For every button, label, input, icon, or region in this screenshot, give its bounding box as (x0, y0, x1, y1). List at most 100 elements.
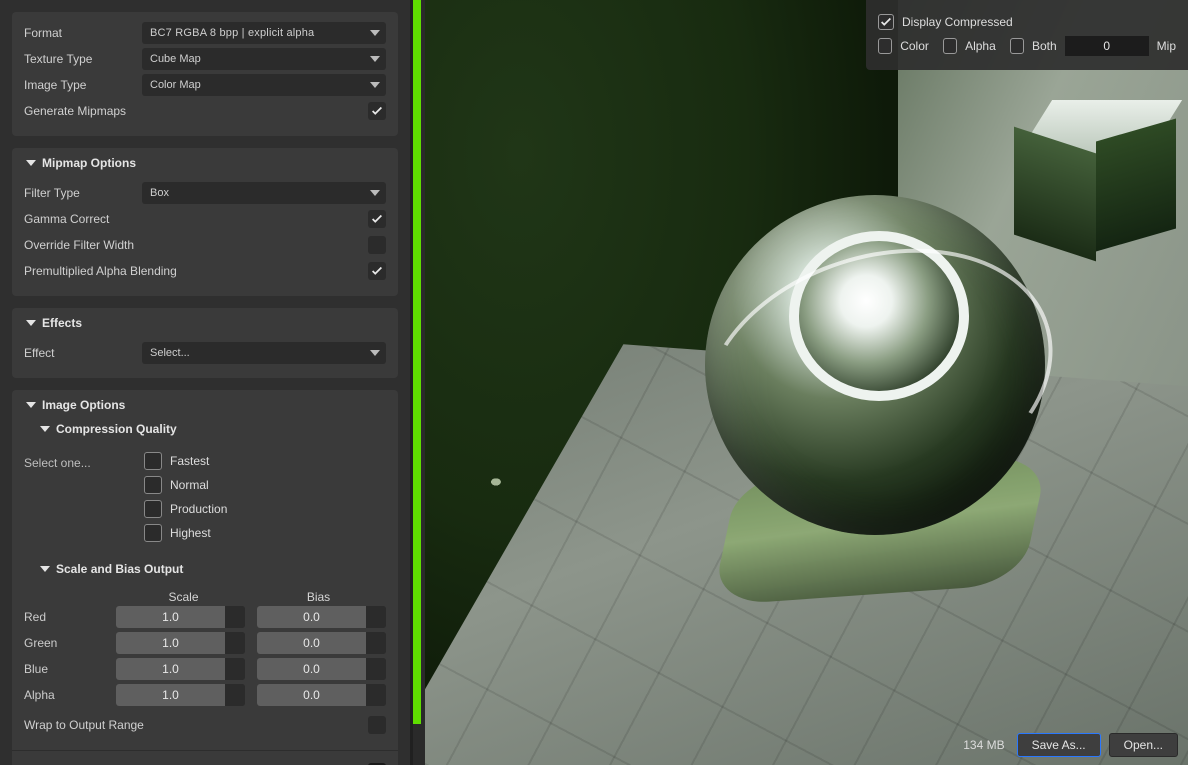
quality-checkbox[interactable] (144, 476, 162, 494)
chevron-down-icon (370, 190, 380, 196)
triangle-down-icon (26, 320, 36, 326)
row-generate-mipmaps: Generate Mipmaps (24, 98, 386, 124)
chevron-down-icon (370, 350, 380, 356)
mip-label: Mip (1157, 39, 1176, 53)
effect-dropdown[interactable]: Select... (142, 342, 386, 364)
scale-bias-col-headers: Scale Bias (24, 586, 386, 604)
scale-input[interactable]: 1.0 (116, 684, 245, 706)
open-button[interactable]: Open... (1109, 733, 1178, 757)
scale-bias-header[interactable]: Scale and Bias Output (12, 554, 398, 578)
both-checkbox[interactable] (1010, 38, 1024, 54)
viewport-wrap: Display Compressed Color Alpha Both 0 Mi… (410, 0, 1188, 765)
chevron-down-icon (370, 56, 380, 62)
scale-bias-row-green: Green 1.0 0.0 (24, 630, 386, 656)
image-type-dropdown[interactable]: Color Map (142, 74, 386, 96)
quality-label: Fastest (170, 454, 209, 468)
image-options-header[interactable]: Image Options (12, 390, 398, 414)
override-filter-width-label: Override Filter Width (24, 238, 360, 252)
reflective-cube (1014, 100, 1174, 250)
channel-label: Green (24, 636, 104, 650)
generate-mipmaps-checkbox[interactable] (368, 102, 386, 120)
scale-bias-row-red: Red 1.0 0.0 (24, 604, 386, 630)
quality-label: Highest (170, 526, 211, 540)
filter-type-dropdown[interactable]: Box (142, 182, 386, 204)
scale-bias-row-alpha: Alpha 1.0 0.0 (24, 682, 386, 708)
row-image-type: Image Type Color Map (24, 72, 386, 98)
select-one-label: Select one... (24, 452, 134, 542)
channel-label: Alpha (24, 688, 104, 702)
wrap-to-output-range-label: Wrap to Output Range (24, 718, 360, 732)
properties-panel[interactable]: Format BC7 RGBA 8 bpp | explicit alpha T… (0, 0, 410, 765)
quality-label: Normal (170, 478, 209, 492)
reflective-sphere (705, 195, 1045, 535)
effects-header[interactable]: Effects (12, 308, 398, 332)
quality-list: Fastest Normal Production Highest (144, 452, 227, 542)
quality-option-production[interactable]: Production (144, 500, 227, 518)
triangle-down-icon (26, 160, 36, 166)
bias-input[interactable]: 0.0 (257, 632, 386, 654)
quality-checkbox[interactable] (144, 524, 162, 542)
chevron-down-icon (370, 82, 380, 88)
panel-mipmap-options: Mipmap Options Filter Type Box Gamma Cor… (12, 148, 398, 296)
triangle-down-icon (40, 566, 50, 572)
wrap-to-output-range-checkbox[interactable] (368, 716, 386, 734)
mipmap-options-header[interactable]: Mipmap Options (12, 148, 398, 172)
panel-basic: Format BC7 RGBA 8 bpp | explicit alpha T… (12, 12, 398, 136)
effect-label: Effect (24, 346, 134, 360)
quality-checkbox[interactable] (144, 452, 162, 470)
compression-quality-header[interactable]: Compression Quality (12, 414, 398, 438)
color-checkbox[interactable] (878, 38, 892, 54)
texture-type-dropdown[interactable]: Cube Map (142, 48, 386, 70)
row-texture-type: Texture Type Cube Map (24, 46, 386, 72)
texture-type-label: Texture Type (24, 52, 134, 66)
channel-label: Blue (24, 662, 104, 676)
panel-image-options: Image Options Compression Quality Select… (12, 390, 398, 765)
check-icon (370, 212, 384, 226)
triangle-down-icon (26, 402, 36, 408)
bias-input[interactable]: 0.0 (257, 684, 386, 706)
override-filter-width-checkbox[interactable] (368, 236, 386, 254)
bias-input[interactable]: 0.0 (257, 658, 386, 680)
mip-level-input[interactable]: 0 (1065, 36, 1149, 56)
save-as-button[interactable]: Save As... (1017, 733, 1101, 757)
chevron-down-icon (370, 30, 380, 36)
viewport-footer: 134 MB Save As... Open... (963, 733, 1178, 757)
scale-bias-row-blue: Blue 1.0 0.0 (24, 656, 386, 682)
triangle-down-icon (40, 426, 50, 432)
gamma-correct-label: Gamma Correct (24, 212, 360, 226)
preview-scene (425, 0, 1188, 765)
format-dropdown[interactable]: BC7 RGBA 8 bpp | explicit alpha (142, 22, 386, 44)
app-root: Format BC7 RGBA 8 bpp | explicit alpha T… (0, 0, 1188, 765)
image-type-label: Image Type (24, 78, 134, 92)
file-size-label: 134 MB (963, 738, 1008, 752)
compression-quality-block: Select one... Fastest Normal Production Hig… (24, 446, 386, 542)
color-label: Color (900, 39, 929, 53)
quality-option-normal[interactable]: Normal (144, 476, 227, 494)
bias-col-header: Bias (251, 590, 386, 604)
bias-input[interactable]: 0.0 (257, 606, 386, 628)
premult-alpha-checkbox[interactable] (368, 262, 386, 280)
check-icon (370, 264, 384, 278)
gamma-correct-checkbox[interactable] (368, 210, 386, 228)
alpha-label: Alpha (965, 39, 996, 53)
scale-input[interactable]: 1.0 (116, 632, 245, 654)
check-icon (879, 15, 893, 29)
alpha-checkbox[interactable] (943, 38, 957, 54)
panel-effects: Effects Effect Select... (12, 308, 398, 378)
generate-mipmaps-label: Generate Mipmaps (24, 104, 360, 118)
quality-checkbox[interactable] (144, 500, 162, 518)
filter-type-label: Filter Type (24, 186, 134, 200)
scale-input[interactable]: 1.0 (116, 658, 245, 680)
channel-label: Red (24, 610, 104, 624)
scale-col-header: Scale (116, 590, 251, 604)
display-compressed-checkbox[interactable] (878, 14, 894, 30)
texture-preview-viewport[interactable]: Display Compressed Color Alpha Both 0 Mi… (425, 0, 1188, 765)
row-format: Format BC7 RGBA 8 bpp | explicit alpha (24, 20, 386, 46)
scale-input[interactable]: 1.0 (116, 606, 245, 628)
quality-option-highest[interactable]: Highest (144, 524, 227, 542)
check-icon (370, 104, 384, 118)
display-compressed-label: Display Compressed (902, 15, 1013, 29)
both-label: Both (1032, 39, 1057, 53)
quality-option-fastest[interactable]: Fastest (144, 452, 227, 470)
viewport-overlay: Display Compressed Color Alpha Both 0 Mi… (866, 0, 1188, 70)
